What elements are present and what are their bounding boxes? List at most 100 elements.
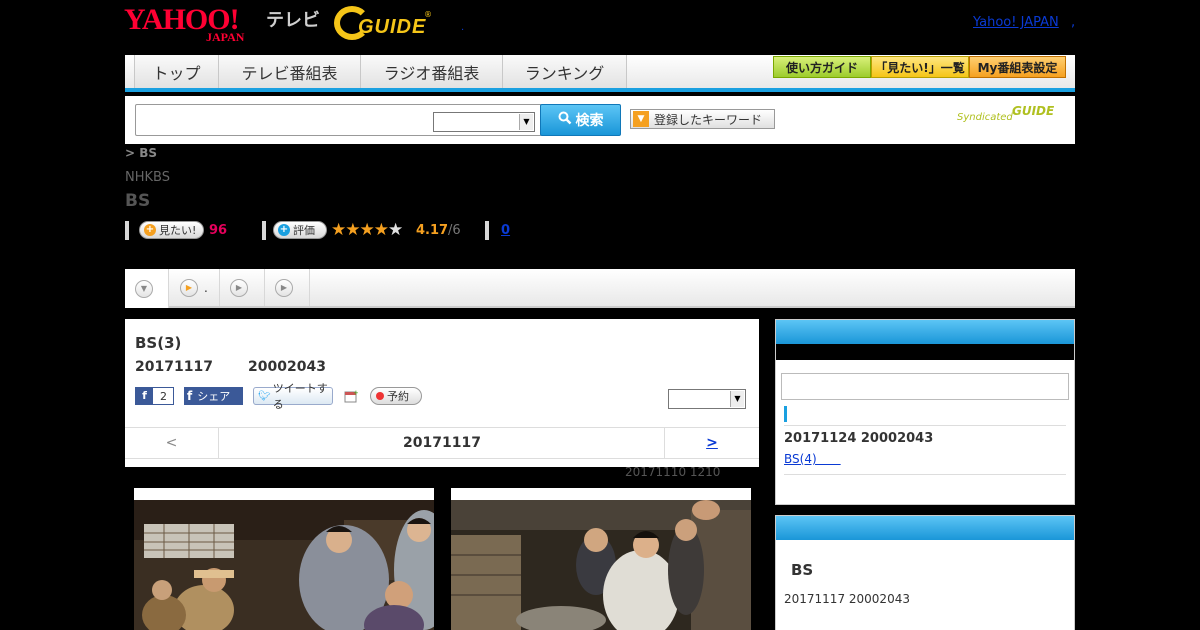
main-nav: トップ テレビ番組表 ラジオ番組表 ランキング 使い方ガイド 「見たい!」一覧 …: [125, 55, 1075, 92]
svg-text:+: +: [353, 389, 358, 397]
search-box: ▼: [135, 104, 542, 136]
episode-photo[interactable]: [451, 488, 751, 630]
mitai-list-button[interactable]: 「見たい!」一覧: [871, 56, 969, 78]
keyword-label: 登録したキーワード: [654, 112, 763, 127]
pager-current-date: 20171117: [403, 435, 481, 451]
syndicated-text: Syndicated: [957, 112, 1013, 123]
reserve-label: 予約: [387, 390, 409, 403]
episode-photo-scene: [134, 500, 434, 630]
facebook-icon: f: [136, 388, 153, 404]
chevron-down-icon: ▼: [135, 279, 153, 298]
stat-divider: [125, 221, 129, 240]
star-rating: ★★★★★: [331, 220, 403, 240]
header-comma: ,: [1071, 15, 1076, 30]
nav-tab-tv-guide[interactable]: テレビ番組表: [219, 55, 361, 88]
triangle-down-icon: ▼: [633, 111, 649, 127]
my-guide-settings-button[interactable]: My番組表設定: [969, 56, 1066, 78]
star-filled-icon: ★: [373, 220, 389, 240]
twitter-bird-icon: 🐦︎: [258, 390, 271, 402]
breadcrumb[interactable]: > BS: [125, 146, 157, 160]
sidebar-program-title: BS: [791, 561, 814, 579]
episode-photo-scene: [451, 500, 751, 630]
star-empty-icon: ★: [388, 220, 403, 240]
episode-panel: BS(3) 20171117 20002043 f 2 f シェア 🐦︎ ツイー…: [125, 319, 759, 467]
episode-photo[interactable]: [134, 488, 434, 630]
yahoo-logo-sub: JAPAN: [206, 30, 245, 44]
chevron-down-icon: ▼: [730, 391, 744, 407]
pager-next-link[interactable]: >: [664, 428, 759, 458]
chevron-down-icon: ▼: [519, 114, 533, 130]
gguide-logo[interactable]: GUIDE ®: [334, 6, 434, 42]
next-episode-link[interactable]: BS(4): [784, 450, 841, 467]
gguide-logo-text: GUIDE: [358, 16, 427, 38]
nav-tab-top[interactable]: トップ: [135, 55, 219, 88]
play-icon: ▶: [230, 278, 248, 297]
star-filled-icon: ★: [345, 220, 360, 240]
facebook-icon: f: [187, 389, 193, 403]
search-button-label: 検索: [575, 113, 604, 129]
registered-keyword-button[interactable]: ▼ 登録したキーワード: [630, 109, 775, 129]
sidebar-header-band: [776, 344, 1074, 360]
usage-guide-button[interactable]: 使い方ガイド: [773, 56, 871, 78]
nav-tab-ranking[interactable]: ランキング: [503, 55, 627, 88]
tweet-label: ツイートする: [272, 382, 328, 411]
search-area-select[interactable]: ▼: [433, 112, 535, 132]
star-filled-icon: ★: [331, 220, 346, 240]
subtab-2[interactable]: ▶: [220, 269, 265, 306]
sidebar-program-datetime: 20171117 20002043: [784, 592, 910, 606]
calendar-add-icon[interactable]: +: [343, 387, 359, 405]
sidebar-program-info: BS 20171117 20002043: [775, 515, 1075, 630]
yahoo-japan-link[interactable]: Yahoo! JAPAN: [973, 15, 1059, 30]
yahoo-japan-logo[interactable]: YAHOO! JAPAN: [124, 5, 264, 45]
facebook-like-button[interactable]: f 2: [135, 387, 174, 405]
section-accent-bar: [784, 406, 787, 422]
stat-divider: [262, 221, 266, 240]
episode-pager: < 20171117 >: [125, 427, 759, 459]
nav-tabs: トップ テレビ番組表 ラジオ番組表 ランキング: [134, 55, 627, 88]
channel-name: NHKBS: [125, 170, 170, 185]
star-filled-icon: ★: [359, 220, 375, 240]
plus-icon: +: [144, 224, 156, 236]
search-bar: ▼ 検索 ▼ 登録したキーワード Syndicated GUIDE: [125, 96, 1075, 144]
record-icon: [376, 392, 384, 400]
facebook-share-button[interactable]: f シェア: [184, 387, 243, 405]
rating-button-label: 評価: [293, 224, 315, 237]
facebook-like-count: 2: [160, 389, 167, 403]
episode-select[interactable]: ▼: [668, 389, 746, 409]
episode-time: 20002043: [248, 359, 326, 375]
registered-mark: ®: [424, 10, 432, 19]
syndicated-logo-text: GUIDE: [1012, 104, 1055, 118]
header-dot: .: [461, 22, 465, 33]
episode-date: 20171117: [135, 359, 213, 375]
sidebar-header: [776, 516, 1074, 540]
tweet-button[interactable]: 🐦︎ ツイートする: [253, 382, 333, 411]
reserve-button[interactable]: 予約: [370, 387, 422, 405]
mitai-count: 96: [209, 223, 228, 238]
rating-button[interactable]: + 評価: [273, 221, 327, 239]
next-broadcast-datetime: 20171124 20002043: [784, 431, 934, 446]
review-count-link[interactable]: 0: [501, 223, 510, 238]
facebook-share-label: シェア: [197, 390, 231, 403]
divider: [784, 425, 1066, 426]
plus-icon: +: [278, 224, 290, 236]
nav-tab-radio-guide[interactable]: ラジオ番組表: [361, 55, 503, 88]
sub-tabs: ▼ ▶ . ▶ ▶: [125, 269, 1075, 308]
episode-title: BS(3): [135, 334, 182, 352]
search-input[interactable]: [140, 109, 430, 131]
syndicated-gguide-logo: Syndicated GUIDE: [957, 104, 1069, 128]
sidebar-next-broadcast: 20171124 20002043 BS(4): [775, 319, 1075, 505]
search-icon: [558, 111, 572, 129]
rating-count: /6: [448, 223, 461, 238]
search-button[interactable]: 検索: [540, 104, 621, 136]
page-title: BS: [125, 191, 151, 211]
sidebar-search-input[interactable]: [781, 373, 1069, 400]
subtab-overview[interactable]: ▼: [125, 269, 169, 308]
tv-label[interactable]: テレビ: [266, 6, 320, 32]
subtab-1[interactable]: ▶ .: [170, 269, 220, 306]
previous-broadcast-info: 20171110 1210: [625, 465, 721, 479]
mitai-button[interactable]: + 見たい!: [139, 221, 204, 239]
subtab-3[interactable]: ▶: [265, 269, 310, 306]
rating-value: 4.17: [416, 223, 449, 238]
pager-prev-button[interactable]: <: [125, 428, 219, 458]
stat-divider: [485, 221, 489, 240]
